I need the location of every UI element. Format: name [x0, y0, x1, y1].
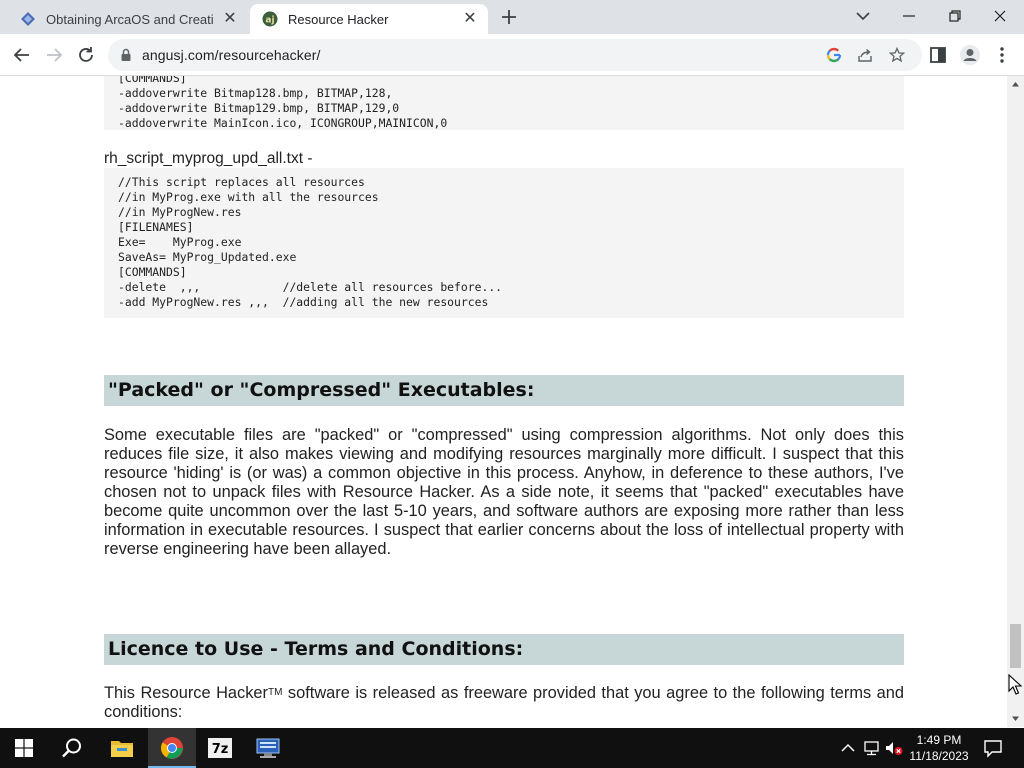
close-window-icon[interactable] — [988, 4, 1012, 28]
minimize-icon[interactable] — [897, 4, 921, 28]
close-tab-icon[interactable]: ✕ — [222, 11, 238, 27]
side-panel-icon[interactable] — [926, 43, 950, 67]
chrome-icon — [161, 737, 183, 759]
heading-packed-executables: "Packed" or "Compressed" Executables: — [104, 375, 904, 406]
script-file-label: rh_script_myprog_upd_all.txt - — [104, 150, 313, 167]
address-bar[interactable]: angusj.com/resourcehacker/ — [108, 39, 922, 71]
clock-time: 1:49 PM — [916, 733, 962, 747]
start-icon — [15, 739, 33, 757]
tab-search-chevron-icon[interactable] — [851, 4, 875, 28]
code-block-script-upd-all: //This script replaces all resources //i… — [104, 168, 904, 318]
taskbar-7zip[interactable]: 7z — [196, 728, 244, 768]
browser-toolbar: angusj.com/resourcehacker/ — [0, 34, 1024, 76]
restore-icon[interactable] — [943, 4, 967, 28]
file-explorer-icon — [111, 741, 133, 757]
svg-text:aj: aj — [265, 16, 274, 26]
heading-licence-terms: Licence to Use - Terms and Conditions: — [104, 634, 904, 665]
scrollbar-thumb[interactable] — [1010, 624, 1021, 668]
taskbar-network-app[interactable] — [244, 728, 292, 768]
7zip-icon: 7z — [208, 738, 232, 758]
tab-arcaos[interactable]: Obtaining ArcaOS and Creating ✕ — [8, 4, 248, 34]
new-tab-icon[interactable] — [498, 6, 520, 28]
scroll-down-arrow-icon[interactable] — [1007, 710, 1024, 727]
windows-taskbar: 7z 1:49 PM 11/18/2023 — [0, 728, 1024, 768]
network-tray-icon[interactable] — [862, 738, 882, 758]
code-block-script-upd-bitmaps: [COMMANDS] -addoverwrite Bitmap128.bmp, … — [104, 76, 904, 130]
url-text[interactable]: angusj.com/resourcehacker/ — [142, 47, 320, 63]
svg-text:7z: 7z — [212, 742, 229, 757]
close-tab-icon[interactable]: ✕ — [462, 11, 478, 27]
bookmark-star-icon[interactable] — [889, 47, 905, 63]
tab-title: Obtaining ArcaOS and Creating — [46, 11, 214, 27]
mouse-pointer-icon — [1008, 674, 1022, 695]
reload-icon[interactable] — [74, 43, 98, 67]
taskbar-file-explorer[interactable] — [98, 728, 146, 768]
lock-icon[interactable] — [118, 47, 134, 63]
action-center-icon[interactable] — [982, 737, 1004, 759]
paragraph-packed-executables: Some executable files are "packed" or "c… — [104, 426, 904, 558]
menu-kebab-icon[interactable] — [990, 43, 1014, 67]
taskbar-chrome[interactable] — [148, 728, 196, 768]
back-arrow-icon[interactable] — [10, 43, 34, 67]
google-translate-icon[interactable] — [826, 47, 842, 63]
search-button[interactable] — [48, 728, 96, 768]
tab-resource-hacker[interactable]: aj Resource Hacker ✕ — [250, 4, 488, 34]
page-content: [COMMANDS] -addoverwrite Bitmap128.bmp, … — [0, 76, 1007, 727]
tray-overflow-chevron-icon[interactable] — [838, 738, 858, 758]
volume-muted-icon[interactable] — [884, 738, 904, 758]
taskbar-clock[interactable]: 1:49 PM 11/18/2023 — [906, 732, 972, 764]
clock-date: 11/18/2023 — [909, 749, 969, 763]
start-button[interactable] — [0, 728, 48, 768]
code-text: [COMMANDS] -addoverwrite Bitmap128.bmp, … — [118, 76, 448, 130]
tab-title: Resource Hacker — [288, 11, 389, 27]
profile-avatar-icon[interactable] — [958, 43, 982, 67]
scroll-up-arrow-icon[interactable] — [1007, 76, 1024, 93]
network-app-icon — [256, 738, 280, 758]
share-icon[interactable] — [857, 47, 873, 63]
resource-hacker-favicon: aj — [262, 11, 278, 27]
licence-text-start: This Resource Hacker — [104, 684, 268, 702]
page-scrollbar[interactable] — [1007, 76, 1024, 727]
forward-arrow-icon[interactable] — [42, 43, 66, 67]
code-text: //This script replaces all resources //i… — [118, 175, 503, 309]
search-icon — [62, 738, 81, 758]
tab-strip: Obtaining ArcaOS and Creating ✕ aj Resou… — [0, 0, 1024, 34]
paragraph-licence: This Resource HackerTM software is relea… — [104, 684, 904, 722]
trademark-symbol: TM — [268, 687, 283, 698]
arcaos-diamond-icon — [21, 12, 35, 26]
